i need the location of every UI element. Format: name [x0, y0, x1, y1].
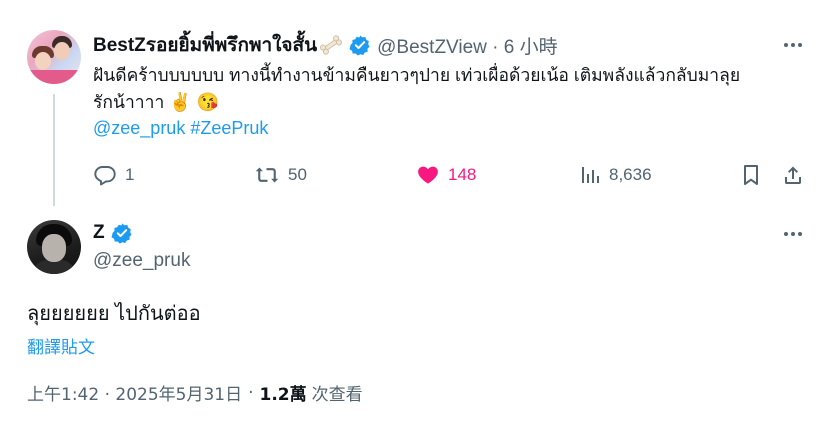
parent-author-name[interactable]: BestZรอยยิ้มพี่พรึกพาใจสั้น — [93, 30, 317, 60]
heart-icon — [418, 166, 438, 184]
bookmark-button[interactable] — [740, 160, 762, 190]
retweet-action-button[interactable]: 50 — [254, 160, 307, 190]
parent-tweet-text-line2: รักน้าาาา — [93, 92, 165, 112]
mention-link[interactable]: @zee_pruk — [93, 118, 185, 138]
parent-tweet-links: @zee_pruk #ZeePruk — [93, 118, 268, 139]
retweet-icon — [255, 167, 279, 183]
hashtag-link[interactable]: #ZeePruk — [190, 118, 268, 138]
views-count: 8,636 — [609, 165, 652, 184]
reply-icon — [94, 166, 116, 186]
reply-author-avatar[interactable] — [27, 220, 81, 274]
bone-emoji-icon — [319, 35, 343, 55]
reply-author-name[interactable]: Z — [93, 222, 105, 244]
parent-more-icon[interactable] — [784, 43, 802, 47]
reply-action-button[interactable]: 1 — [93, 160, 134, 190]
parent-tweet-text-line1: ฝันดีคร้าบบบบบบ ทางนี้ทำงานข้ามคืนยาวๆปา… — [93, 65, 741, 85]
parent-tweet-emojis: ✌️ 😘 — [169, 92, 219, 112]
parent-author-avatar[interactable] — [27, 30, 81, 84]
share-icon — [785, 166, 801, 184]
reply-more-icon[interactable] — [784, 232, 802, 236]
share-button[interactable] — [781, 160, 805, 190]
verified-badge-icon[interactable] — [111, 222, 133, 244]
bookmark-icon — [744, 165, 758, 185]
translate-post-link[interactable]: 翻譯貼文 — [27, 333, 95, 358]
views-icon — [582, 167, 599, 183]
verified-badge-icon[interactable] — [349, 34, 371, 56]
like-count: 148 — [448, 165, 477, 184]
views-action-button[interactable]: 8,636 — [579, 160, 652, 190]
reply-timestamp[interactable]: 上午1:42 · 2025年5月31日 — [27, 380, 242, 405]
reply-author-handle[interactable]: @zee_pruk — [93, 250, 190, 272]
reply-views-label: 次查看 — [311, 385, 363, 405]
parent-tweet-text: ฝันดีคร้าบบบบบบ ทางนี้ทำงานข้ามคืนยาวๆปา… — [93, 62, 793, 116]
meta-separator: · — [248, 382, 254, 403]
retweet-count: 50 — [288, 165, 307, 184]
reply-author-header: Z — [93, 222, 133, 244]
parent-author-handle-and-time[interactable]: @BestZView · 6 小時 — [377, 32, 557, 59]
reply-views-count: 1.2萬 — [259, 385, 307, 405]
like-action-button[interactable]: 148 — [416, 160, 476, 190]
reply-count: 1 — [125, 165, 135, 184]
thread-connector-line — [53, 94, 55, 206]
reply-tweet-text: ลุยยยยยย ไปกันต่ออ — [27, 303, 201, 325]
reply-tweet-meta: 上午1:42 · 2025年5月31日 · 1.2萬 次查看 — [27, 380, 363, 406]
parent-tweet-header: BestZรอยยิ้มพี่พรึกพาใจสั้น @BestZView ·… — [93, 30, 769, 60]
